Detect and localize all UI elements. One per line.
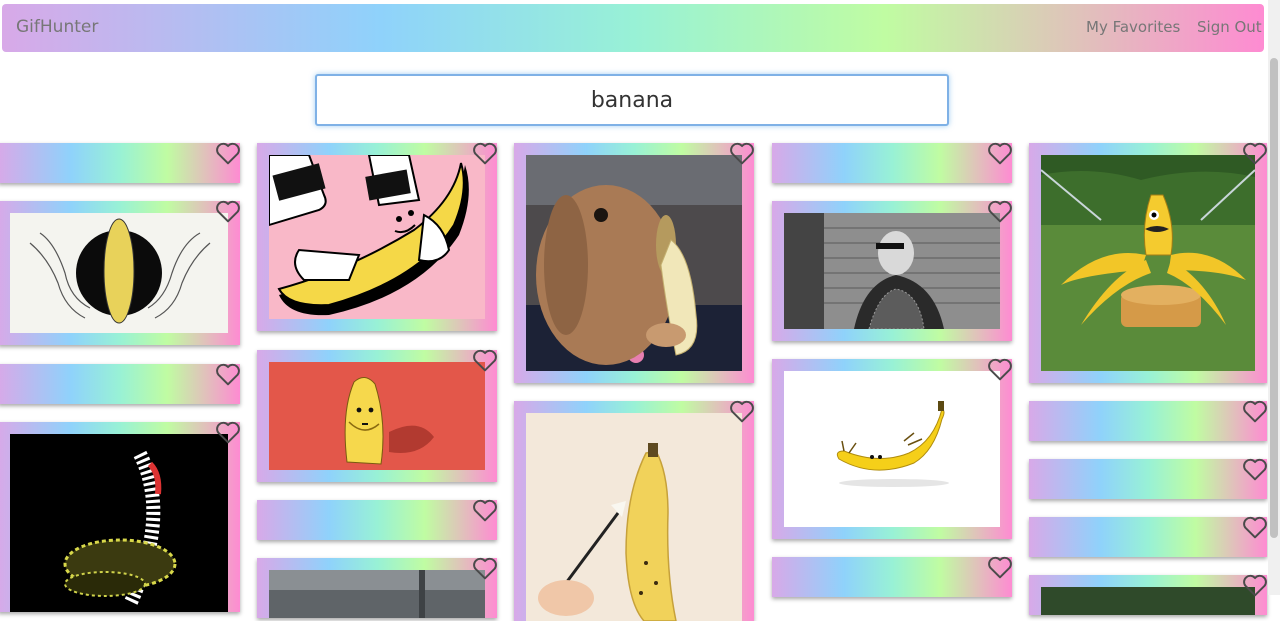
gif-card[interactable] [257, 348, 498, 482]
gif-image [784, 213, 1000, 329]
heart-icon[interactable] [472, 498, 498, 522]
heart-icon[interactable] [729, 399, 755, 423]
gif-card[interactable] [772, 555, 1013, 597]
navbar: GifHunter My Favorites Sign Out [2, 4, 1264, 52]
heart-icon[interactable] [987, 555, 1013, 579]
gif-image [269, 362, 485, 470]
scrollbar-thumb[interactable] [1270, 58, 1278, 538]
gif-card[interactable] [514, 399, 755, 621]
heart-icon[interactable] [215, 362, 241, 386]
gif-card[interactable] [772, 357, 1013, 539]
gif-image [1041, 587, 1255, 615]
heart-icon[interactable] [215, 420, 241, 444]
heart-icon[interactable] [729, 141, 755, 165]
heart-icon[interactable] [472, 348, 498, 372]
gif-card[interactable] [257, 498, 498, 540]
heart-icon[interactable] [1242, 457, 1268, 481]
gif-card[interactable] [257, 141, 498, 331]
heart-icon[interactable] [1242, 573, 1268, 597]
gif-card[interactable] [1029, 515, 1268, 557]
gif-image [10, 434, 228, 612]
gif-card[interactable] [0, 199, 241, 345]
gif-card[interactable] [772, 199, 1013, 341]
gif-image [1041, 155, 1255, 371]
gif-card[interactable] [0, 141, 241, 183]
heart-icon[interactable] [215, 199, 241, 223]
brand-logo[interactable]: GifHunter [16, 17, 98, 37]
heart-icon[interactable] [1242, 399, 1268, 423]
gif-image [784, 371, 1000, 527]
gif-card[interactable] [1029, 573, 1268, 615]
gif-image [269, 155, 485, 319]
gif-card[interactable] [772, 141, 1013, 183]
heart-icon[interactable] [472, 556, 498, 580]
gif-card[interactable] [257, 556, 498, 618]
heart-icon[interactable] [215, 141, 241, 165]
gif-card[interactable] [514, 141, 755, 383]
gif-image [269, 570, 485, 618]
gif-card[interactable] [0, 362, 241, 404]
gif-image [10, 213, 228, 333]
gif-image [526, 155, 742, 371]
gif-image [526, 413, 742, 621]
heart-icon[interactable] [987, 199, 1013, 223]
search-container [315, 74, 949, 126]
heart-icon[interactable] [987, 357, 1013, 381]
search-input[interactable] [315, 74, 949, 126]
heart-icon[interactable] [1242, 141, 1268, 165]
nav-sign-out[interactable]: Sign Out [1197, 18, 1262, 36]
nav-my-favorites[interactable]: My Favorites [1086, 18, 1180, 36]
gif-card[interactable] [0, 420, 241, 612]
gif-card[interactable] [1029, 141, 1268, 383]
heart-icon[interactable] [987, 141, 1013, 165]
heart-icon[interactable] [1242, 515, 1268, 539]
gif-card[interactable] [1029, 399, 1268, 441]
heart-icon[interactable] [472, 141, 498, 165]
gif-card[interactable] [1029, 457, 1268, 499]
